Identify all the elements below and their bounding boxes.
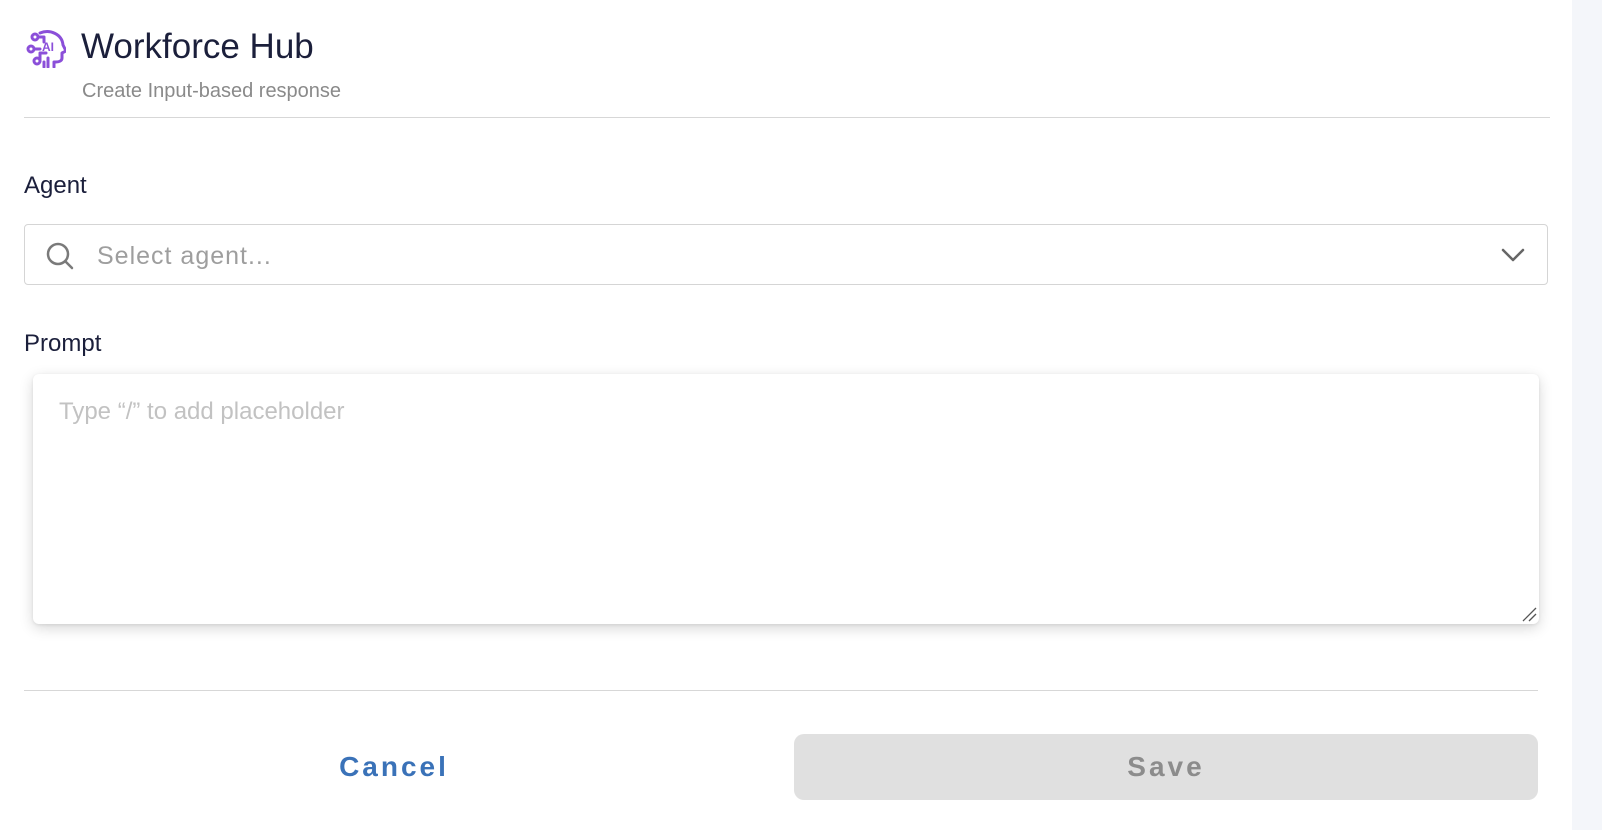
page-subtitle: Create Input-based response [82, 80, 342, 102]
app-title: Workforce Hub [81, 27, 314, 66]
resize-handle-icon[interactable] [1521, 606, 1537, 622]
ai-head-icon: AI [26, 30, 66, 68]
save-button[interactable]: Save [794, 734, 1538, 800]
create-response-panel: AI Workforce Hub Create Input-based resp… [0, 0, 1572, 830]
svg-text:AI: AI [42, 40, 54, 54]
chevron-down-icon[interactable] [1501, 245, 1525, 265]
prompt-editor [33, 374, 1539, 624]
prompt-label: Prompt [24, 330, 102, 357]
cancel-button[interactable]: Cancel [24, 734, 764, 800]
search-icon [46, 242, 74, 270]
agent-select[interactable] [24, 224, 1548, 285]
agent-label: Agent [24, 172, 87, 199]
footer-divider [24, 690, 1538, 691]
header-divider [24, 117, 1550, 118]
agent-search-input[interactable] [95, 235, 1479, 277]
prompt-textarea[interactable] [33, 374, 1539, 624]
right-gutter [1572, 0, 1602, 830]
